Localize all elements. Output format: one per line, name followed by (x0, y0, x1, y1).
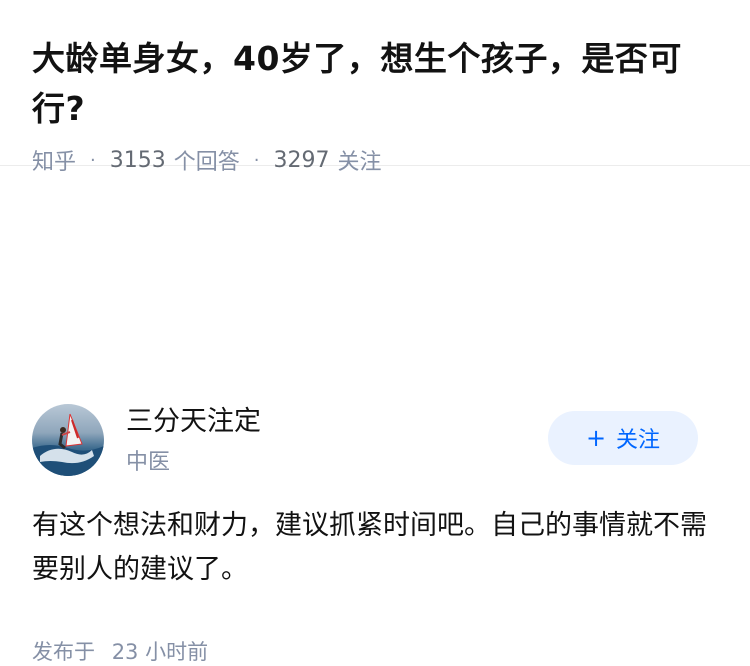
answer-card: 三分天注定 中医 + 关注 有这个想法和财力，建议抓紧时间吧。自己的事情就不需要… (0, 166, 750, 664)
avatar[interactable] (32, 404, 104, 476)
answer-content[interactable]: 有这个想法和财力，建议抓紧时间吧。自己的事情就不需要别人的建议了。 (32, 504, 718, 592)
question-header: 大龄单身女，40岁了，想生个孩子，是否可行? 知乎 · 3153 个回答 · 3… (0, 0, 750, 175)
author-row: 三分天注定 中医 + 关注 (32, 402, 698, 478)
follow-button[interactable]: + 关注 (548, 411, 698, 465)
follow-button-label: 关注 (616, 428, 661, 453)
publish-prefix: 发布于 (32, 640, 95, 664)
publish-time-value: 23 小时前 (111, 640, 209, 664)
windsurfer-avatar-image (32, 413, 104, 476)
publish-time: 发布于 23 小时前 (32, 636, 208, 666)
question-title[interactable]: 大龄单身女，40岁了，想生个孩子，是否可行? (32, 34, 718, 134)
plus-icon: + (585, 424, 607, 452)
